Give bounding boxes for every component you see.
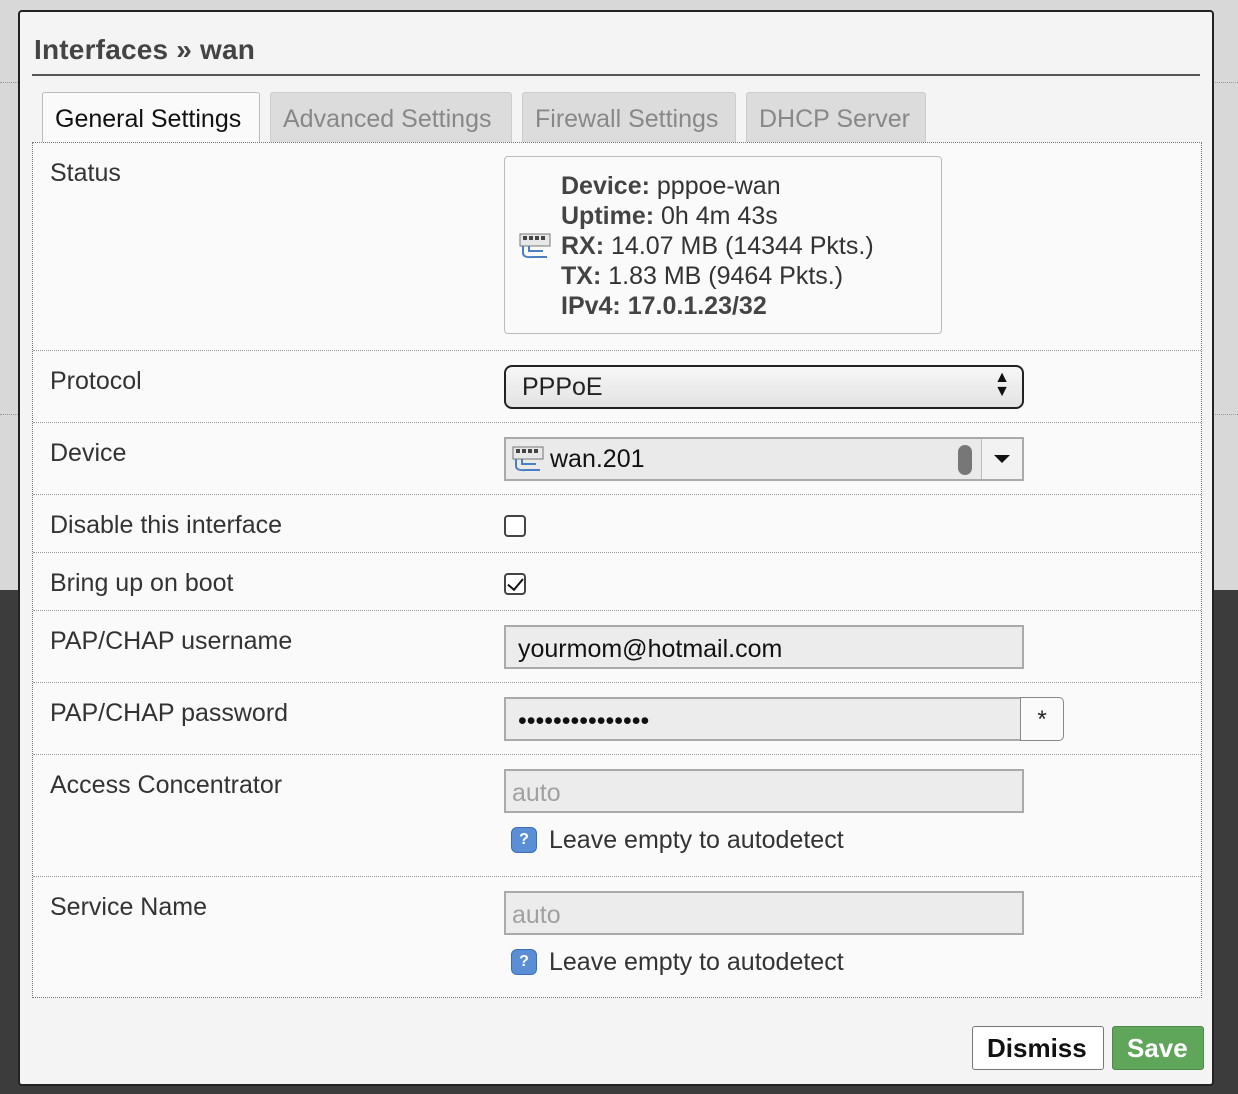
select-arrows-icon: ▲ ▼ [994, 369, 1010, 400]
status-tx-value: 1.83 MB (9464 Pkts.) [601, 262, 844, 290]
network-port-icon [512, 446, 544, 472]
disable-interface-checkbox[interactable] [504, 515, 526, 537]
dismiss-button[interactable]: Dismiss [972, 1026, 1104, 1070]
disable-interface-row: Disable this interface [33, 495, 1201, 553]
access-concentrator-row: Access Concentrator auto ? Leave empty to… [33, 755, 1201, 877]
bring-up-on-boot-row: Bring up on boot [33, 553, 1201, 611]
service-name-input[interactable]: auto [504, 891, 1024, 935]
status-uptime-key: Uptime: [561, 202, 655, 230]
chevron-down-icon [994, 455, 1010, 463]
interface-dialog: Interfaces » wan General Settings Advanc… [18, 10, 1214, 1086]
status-label: Status [50, 159, 121, 187]
settings-panel: Status Device: pppoe-wan Uptime: 0h 4m 4… [32, 142, 1202, 998]
status-uptime-value: 0h 4m 43s [654, 202, 778, 230]
dropdown-button[interactable] [981, 439, 1022, 479]
status-rx-key: RX: [561, 232, 605, 260]
status-device-key: Device: [561, 172, 650, 200]
status-box: Device: pppoe-wan Uptime: 0h 4m 43s RX: … [504, 156, 942, 334]
tab-firewall-settings[interactable]: Firewall Settings [522, 92, 736, 144]
device-row: Device wan.201 [33, 423, 1201, 495]
service-name-help: ? Leave empty to autodetect [511, 947, 844, 977]
service-name-label: Service Name [50, 893, 207, 921]
protocol-select-value: PPPoE [522, 373, 603, 401]
tab-advanced-settings[interactable]: Advanced Settings [270, 92, 512, 144]
service-name-row: Service Name auto ? Leave empty to autode… [33, 877, 1201, 997]
username-row: PAP/CHAP username yourmom@hotmail.com [33, 611, 1201, 683]
bring-up-on-boot-label: Bring up on boot [50, 569, 234, 597]
access-concentrator-input[interactable]: auto [504, 769, 1024, 813]
disable-interface-label: Disable this interface [50, 511, 283, 539]
access-concentrator-help: ? Leave empty to autodetect [511, 825, 844, 855]
network-port-icon [519, 233, 551, 259]
username-label: PAP/CHAP username [50, 627, 293, 655]
scroll-handle[interactable] [958, 445, 972, 475]
reveal-password-button[interactable]: * [1020, 697, 1064, 741]
service-name-help-text: Leave empty to autodetect [549, 947, 844, 976]
protocol-row: Protocol PPPoE ▲ ▼ [33, 351, 1201, 423]
device-select[interactable]: wan.201 [504, 437, 1024, 481]
bring-up-on-boot-checkbox[interactable] [504, 573, 526, 595]
status-rx-value: 14.07 MB (14344 Pkts.) [604, 232, 874, 260]
status-ipv4-key: IPv4: [561, 292, 621, 320]
title-divider [32, 74, 1200, 76]
help-icon: ? [511, 827, 537, 854]
password-label: PAP/CHAP password [50, 699, 289, 727]
device-select-value: wan.201 [550, 445, 645, 473]
status-row: Status Device: pppoe-wan Uptime: 0h 4m 4… [33, 143, 1201, 351]
protocol-label: Protocol [50, 367, 142, 395]
tab-dhcp-server[interactable]: DHCP Server [746, 92, 926, 144]
password-row: PAP/CHAP password ••••••••••••••• * [33, 683, 1201, 755]
device-label: Device [50, 439, 127, 467]
save-button[interactable]: Save [1112, 1026, 1204, 1070]
dialog-title: Interfaces » wan [34, 34, 256, 65]
tab-general-settings[interactable]: General Settings [42, 92, 260, 146]
status-details: Device: pppoe-wan Uptime: 0h 4m 43s RX: … [561, 171, 874, 321]
protocol-select[interactable]: PPPoE ▲ ▼ [504, 365, 1024, 409]
help-icon: ? [511, 949, 537, 976]
password-input[interactable]: ••••••••••••••• [504, 697, 1022, 741]
status-ipv4-value: 17.0.1.23/32 [620, 292, 767, 320]
status-tx-key: TX: [561, 262, 602, 290]
access-concentrator-label: Access Concentrator [50, 771, 283, 799]
access-concentrator-help-text: Leave empty to autodetect [549, 825, 844, 854]
status-device-value: pppoe-wan [649, 172, 781, 200]
username-input[interactable]: yourmom@hotmail.com [504, 625, 1024, 669]
